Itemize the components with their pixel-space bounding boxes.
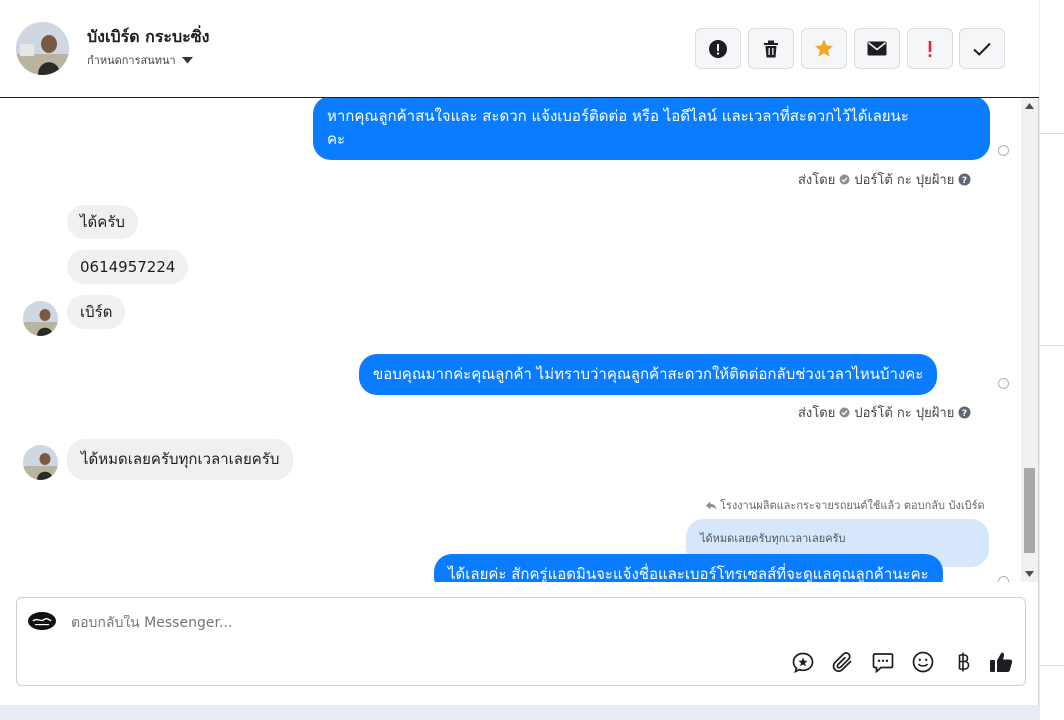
- quoted-text: ได้หมดเลยครับทุกเวลาเลยครับ: [700, 532, 846, 545]
- message-text: ได้ครับ: [80, 213, 125, 231]
- contact-avatar-small: [23, 445, 58, 480]
- alert-circle-icon: [709, 39, 727, 58]
- conversation-header: บังเบิร์ด กระบะซิ่ง กำหนดการสนทนา: [0, 0, 1039, 98]
- like-button[interactable]: [989, 650, 1013, 674]
- message-text: ได้เลยค่ะ สักครู่แอดมินจะแจ้งชื่อและเบอร…: [448, 565, 929, 582]
- conversation-panel: บังเบิร์ด กระบะซิ่ง กำหนดการสนทนา หากคุณ…: [0, 0, 1039, 705]
- contact-name: บังเบิร์ด กระบะซิ่ง: [87, 27, 210, 46]
- reply-context: โรงงานผลิตและกระจายรถยนต์ใช้แล้ว ตอบกลับ…: [706, 496, 985, 514]
- incoming-message[interactable]: เบิร์ด: [67, 295, 126, 329]
- reply-composer: [16, 597, 1026, 686]
- paperclip-icon: [832, 652, 852, 673]
- quick-reply-button[interactable]: [871, 650, 895, 674]
- thread-scrollbar[interactable]: [1021, 98, 1038, 582]
- incoming-message[interactable]: 0614957224: [67, 250, 189, 284]
- scroll-down-arrow-icon[interactable]: [1025, 571, 1034, 577]
- message-text: เบิร์ด: [80, 303, 113, 321]
- read-receipt-icon: [998, 145, 1009, 156]
- sent-by-label: ส่งโดย: [798, 406, 836, 421]
- reply-arrow-icon: [706, 501, 716, 509]
- help-icon[interactable]: ?: [958, 173, 971, 186]
- svg-text:?: ?: [962, 176, 967, 186]
- outgoing-message[interactable]: หากคุณลูกค้าสนใจและ สะดวก แจ้งเบอร์ติดต่…: [313, 98, 990, 160]
- contact-avatar[interactable]: [16, 22, 69, 75]
- emoji-button[interactable]: [911, 650, 935, 674]
- exclamation-icon: [928, 40, 932, 57]
- payment-button[interactable]: [951, 650, 975, 674]
- scrollbar-thumb[interactable]: [1024, 468, 1035, 553]
- smiley-icon: [912, 651, 934, 673]
- verified-icon: [839, 174, 850, 185]
- message-thread: หากคุณลูกค้าสนใจและ สะดวก แจ้งเบอร์ติดต่…: [0, 98, 1021, 582]
- read-receipt-icon: [998, 576, 1009, 582]
- envelope-icon: [867, 41, 887, 56]
- thumbs-up-icon: [990, 652, 1013, 672]
- message-text: ได้หมดเลยครับทุกเวลาเลยครับ: [81, 450, 280, 468]
- follow-up-button[interactable]: [907, 28, 953, 69]
- read-receipt-icon: [998, 378, 1009, 389]
- message-text: 0614957224: [80, 258, 176, 276]
- help-icon[interactable]: ?: [958, 406, 971, 419]
- chat-bubble-icon: [872, 652, 894, 673]
- sent-by-info: ส่งโดย ปอร์โต้ กะ ปุยฝ้าย ?: [798, 402, 971, 423]
- mark-done-button[interactable]: [959, 28, 1005, 69]
- contact-avatar-small: [23, 301, 58, 336]
- star-button[interactable]: [801, 28, 847, 69]
- message-text-line: คะ: [327, 130, 346, 148]
- reply-input[interactable]: [71, 615, 771, 631]
- baht-icon: [958, 652, 970, 672]
- spam-button[interactable]: [695, 28, 741, 69]
- svg-text:?: ?: [962, 409, 967, 419]
- outgoing-message[interactable]: ได้เลยค่ะ สักครู่แอดมินจะแจ้งชื่อและเบอร…: [434, 554, 943, 582]
- message-text-line: หากคุณลูกค้าสนใจและ สะดวก แจ้งเบอร์ติดต่…: [327, 107, 909, 125]
- verified-icon: [839, 407, 850, 418]
- caret-down-icon: [181, 56, 193, 63]
- sent-by-info: ส่งโดย ปอร์โต้ กะ ปุยฝ้าย ?: [798, 169, 971, 190]
- star-icon: [815, 39, 833, 57]
- incoming-message[interactable]: ได้ครับ: [67, 205, 138, 239]
- sent-by-name: ปอร์โต้ กะ ปุยฝ้าย: [854, 173, 955, 188]
- page-logo: [27, 611, 57, 631]
- outgoing-message[interactable]: ขอบคุณมากค่ะคุณลูกค้า ไม่ทราบว่าคุณลูกค้…: [359, 354, 938, 395]
- conversation-schedule[interactable]: กำหนดการสนทนา: [87, 51, 193, 69]
- message-text: ขอบคุณมากค่ะคุณลูกค้า ไม่ทราบว่าคุณลูกค้…: [373, 365, 924, 383]
- chat-star-icon: [792, 652, 814, 673]
- right-sidebar-edge: [1040, 0, 1064, 720]
- trash-icon: [764, 40, 778, 57]
- incoming-message[interactable]: ได้หมดเลยครับทุกเวลาเลยครับ: [67, 439, 294, 480]
- saved-replies-button[interactable]: [791, 650, 815, 674]
- scroll-up-arrow-icon[interactable]: [1025, 103, 1034, 109]
- mark-unread-button[interactable]: [854, 28, 900, 69]
- checkmark-icon: [973, 42, 991, 56]
- conversation-schedule-label: กำหนดการสนทนา: [87, 54, 176, 67]
- sent-by-name: ปอร์โต้ กะ ปุยฝ้าย: [854, 406, 955, 421]
- attach-button[interactable]: [831, 650, 855, 674]
- sent-by-label: ส่งโดย: [798, 173, 836, 188]
- delete-button[interactable]: [748, 28, 794, 69]
- reply-context-text: โรงงานผลิตและกระจายรถยนต์ใช้แล้ว ตอบกลับ…: [720, 499, 985, 512]
